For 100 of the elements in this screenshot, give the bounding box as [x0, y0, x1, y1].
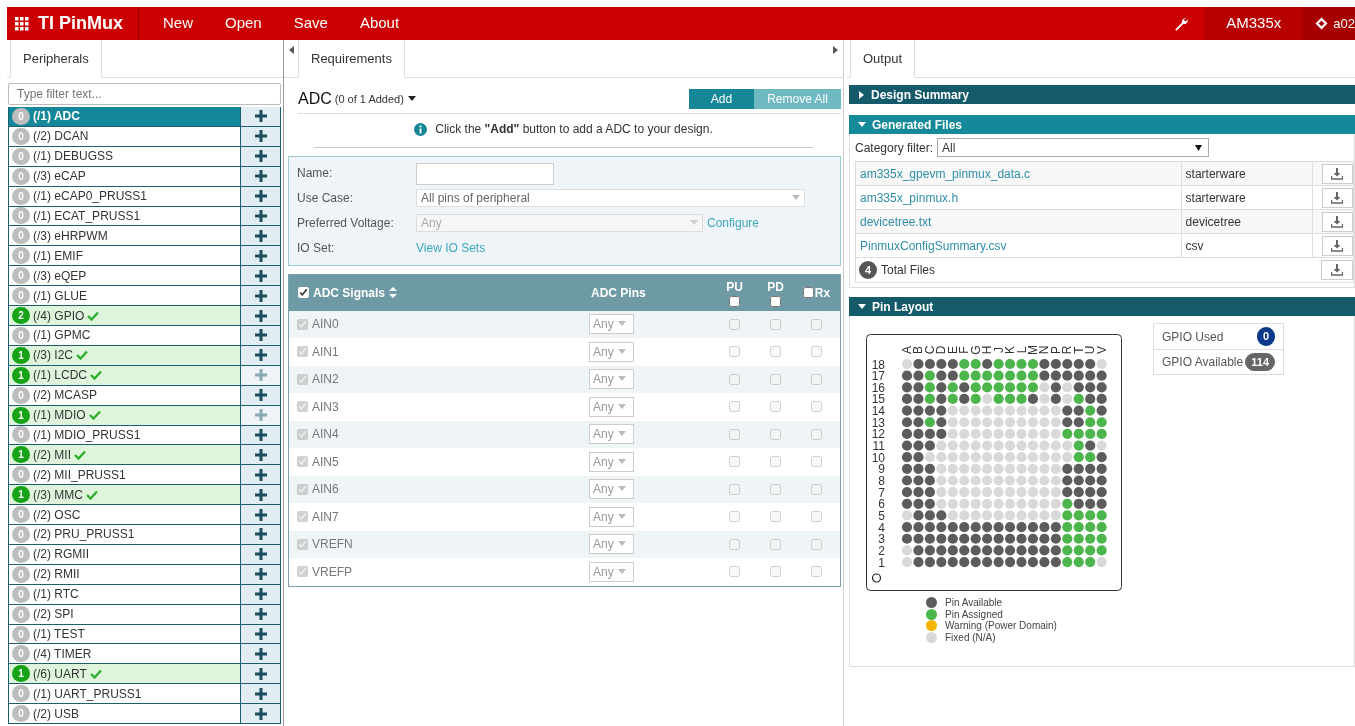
- file-link[interactable]: am335x_pinmux.h: [860, 188, 959, 207]
- added-dropdown[interactable]: (0 of 1 Added): [331, 90, 416, 108]
- peripheral-name: (/3) eQEP: [33, 267, 87, 285]
- peripheral-item[interactable]: 0 (/2) PRU_PRUSS1: [9, 525, 241, 544]
- row-label: 15: [871, 392, 885, 407]
- section-header[interactable]: Design Summary: [849, 85, 1355, 104]
- count-badge: 1: [12, 346, 30, 364]
- peripheral-item[interactable]: 0 (/1) TEST: [9, 624, 241, 644]
- app-title: TI PinMux: [38, 12, 123, 35]
- menu-item[interactable]: Open: [209, 7, 278, 40]
- peripheral-name: (/1) TEST: [33, 626, 85, 643]
- filter-field[interactable]: Type filter text...: [8, 83, 281, 105]
- peripheral-name: (/4) TIMER: [33, 645, 92, 663]
- peripheral-item[interactable]: 0 (/2) RMII: [9, 564, 241, 584]
- peripheral-name: (/1) DEBUGSS: [33, 148, 113, 166]
- panel-tab[interactable]: Output: [850, 40, 916, 78]
- peripheral-item[interactable]: 1 (/6) UART: [9, 664, 241, 684]
- row-label: 12: [871, 427, 885, 442]
- peripheral-item[interactable]: 0 (/1) UART_PRUSS1: [9, 684, 241, 704]
- count-badge: 0: [12, 526, 30, 543]
- menu-item[interactable]: About: [343, 7, 416, 40]
- peripheral-item[interactable]: 0 (/1) eCAP0_PRUSS1: [9, 186, 241, 206]
- peripheral-item[interactable]: 1 (/2) MII: [9, 445, 241, 465]
- peripheral-item[interactable]: 0 (/2) RGMII: [9, 544, 241, 564]
- peripheral-item[interactable]: 0 (/2) USB: [9, 704, 241, 724]
- peripheral-item[interactable]: 0 (/3) eQEP: [9, 266, 241, 286]
- peripheral-item[interactable]: 0 (/1) DEBUGSS: [9, 146, 241, 166]
- signal-name: AIN2: [312, 371, 339, 389]
- legend-label: Warning (Power Domain): [945, 620, 1057, 633]
- peripheral-item[interactable]: 0 (/1) ECAT_PRUSS1: [9, 206, 241, 226]
- peripheral-item[interactable]: 0 (/1) RTC: [9, 584, 241, 604]
- count-badge: 0: [12, 147, 30, 165]
- count-badge: 0: [12, 227, 30, 245]
- peripheral-item[interactable]: 0 (/3) eHRPWM: [9, 226, 241, 246]
- peripheral-item[interactable]: 2 (/4) GPIO: [9, 306, 241, 325]
- count-badge: 0: [1256, 327, 1275, 346]
- peripheral-name: (/3) I2C: [33, 347, 73, 365]
- peripheral-item[interactable]: 0 (/1) MDIO_PRUSS1: [9, 425, 241, 445]
- signal-name: AIN4: [312, 426, 339, 444]
- row-label: 1: [878, 555, 885, 570]
- count-badge: 0: [12, 267, 30, 285]
- filter-label: Category filter:: [855, 139, 934, 157]
- field-label: Name:: [297, 165, 334, 182]
- peripheral-item[interactable]: 0 (/2) OSC: [9, 505, 241, 525]
- peripheral-item[interactable]: 0 (/2) DCAN: [9, 126, 241, 146]
- count-badge: 0: [12, 605, 30, 623]
- count-badge: 0: [12, 187, 30, 205]
- signal-name: AIN5: [312, 453, 339, 471]
- menu-item[interactable]: New: [147, 7, 209, 40]
- peripheral-name: (/2) PRU_PRUSS1: [33, 526, 135, 544]
- count-badge: 0: [12, 326, 30, 344]
- category-dropdown[interactable]: All: [937, 138, 1210, 157]
- total-label: Total Files: [881, 262, 936, 279]
- add-button[interactable]: Add: [689, 89, 754, 109]
- column-header: PU: [726, 279, 743, 296]
- peripheral-item[interactable]: 0 (/2) MII_PRUSS1: [9, 465, 241, 485]
- peripheral-item[interactable]: 0 (/2) SPI: [9, 604, 241, 624]
- menu-item[interactable]: Save: [277, 7, 344, 40]
- file-link[interactable]: PinmuxConfigSummary.csv: [860, 236, 1007, 255]
- count-badge: 1: [12, 366, 30, 384]
- section-header[interactable]: Generated Files: [849, 115, 1355, 134]
- peripheral-item[interactable]: 0 (/1) GLUE: [9, 286, 241, 306]
- column-header: Rx: [814, 284, 831, 302]
- peripheral-item[interactable]: 0 (/1) ADC: [9, 107, 241, 126]
- file-link[interactable]: devicetree.txt: [860, 212, 932, 231]
- field-label: Preferred Voltage:: [297, 215, 395, 232]
- column-header: ADC Pins: [590, 284, 647, 302]
- row-label: 18: [871, 357, 885, 372]
- peripheral-name: (/3) MMC: [33, 486, 83, 504]
- column-label: A: [900, 346, 914, 354]
- peripheral-name: (/4) GPIO: [33, 307, 85, 325]
- peripheral-name: (/2) MII: [33, 446, 71, 464]
- peripheral-item[interactable]: 0 (/4) TIMER: [9, 644, 241, 664]
- peripheral-item[interactable]: 0 (/1) EMIF: [9, 246, 241, 266]
- field-label: IO Set:: [297, 240, 336, 257]
- count-badge: 0: [12, 565, 30, 583]
- device-selector[interactable]: AM335x: [1204, 7, 1304, 40]
- peripheral-item[interactable]: 0 (/1) GPMC: [9, 325, 241, 345]
- peripheral-item[interactable]: 1 (/3) MMC: [9, 485, 241, 505]
- count-badge: 1: [12, 446, 30, 464]
- peripheral-name: (/2) DCAN: [33, 128, 89, 146]
- peripheral-name: (/6) UART: [33, 665, 87, 683]
- user-menu[interactable]: a02: [1303, 7, 1355, 40]
- peripheral-name: (/1) EMIF: [33, 247, 83, 265]
- signal-name: AIN0: [312, 316, 339, 334]
- file-link[interactable]: am335x_gpevm_pinmux_data.c: [860, 164, 1031, 183]
- count-badge: 0: [12, 685, 30, 703]
- count-badge: 4: [859, 261, 877, 279]
- peripheral-name: (/1) ADC: [33, 108, 80, 126]
- peripheral-name: (/1) GPMC: [33, 327, 91, 345]
- panel-tab[interactable]: Peripherals: [10, 40, 102, 78]
- signal-name: VREFP: [312, 563, 352, 581]
- use-case-dropdown[interactable]: All pins of peripheral: [416, 189, 805, 207]
- legend-label: Pin Available: [945, 596, 1003, 610]
- file-category: devicetree: [1181, 210, 1313, 233]
- section-header[interactable]: Pin Layout: [849, 297, 1355, 316]
- panel-tab[interactable]: Requirements: [298, 40, 405, 78]
- count-badge: 114: [1245, 352, 1275, 372]
- peripheral-item[interactable]: 0 (/3) eCAP: [9, 166, 241, 186]
- peripheral-item[interactable]: 0 (/2) MCASP: [9, 385, 241, 405]
